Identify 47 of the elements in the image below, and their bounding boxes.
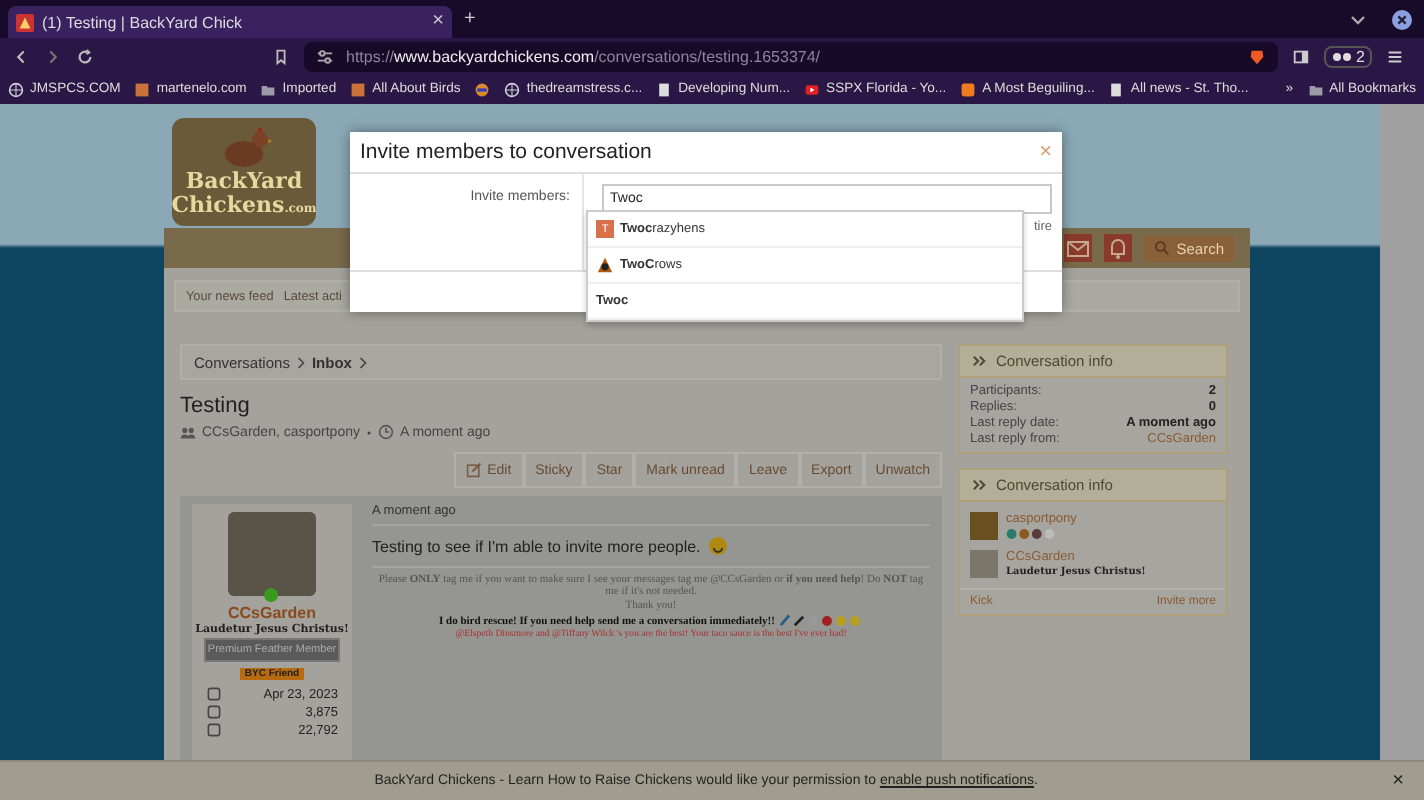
new-tab-button[interactable]: + [464, 9, 476, 29]
bell-icon[interactable] [1104, 234, 1133, 262]
tab-title: (1) Testing | BackYard Chick [42, 13, 245, 31]
avatar-placeholder [970, 512, 998, 540]
double-chevron-icon [972, 478, 986, 492]
profile-button[interactable]: 2 [1324, 45, 1373, 67]
site-settings-icon[interactable] [316, 47, 334, 65]
page-icon [656, 81, 673, 97]
bird-photo-placeholder [228, 512, 316, 596]
back-icon[interactable] [12, 47, 30, 65]
image-icon [134, 81, 151, 97]
bookmark[interactable] [474, 81, 491, 97]
address-bar[interactable]: https://www.backyardchickens.com/conversations/testing.1653374/ [304, 41, 1278, 71]
separator-dot [365, 429, 372, 435]
bookmark-icon[interactable] [272, 47, 290, 65]
people-icon [180, 424, 196, 440]
logo-text: BackYard [185, 170, 303, 195]
message-text: Testing to see if I'm able to invite more people. [372, 537, 701, 555]
folder-icon [260, 81, 277, 97]
close-tab-button[interactable]: × [432, 12, 444, 32]
circle-icon [474, 81, 491, 97]
sidebar-icon[interactable] [1292, 47, 1310, 65]
image-icon [350, 81, 367, 97]
url-text: https://www.backyardchickens.com/conversations/testing.1653374/ [346, 47, 821, 65]
avatar-placeholder [970, 550, 998, 578]
edit-icon [465, 462, 482, 478]
globe-icon [8, 81, 24, 97]
browser-tab[interactable]: (1) Testing | BackYard Chick × [8, 6, 452, 38]
chevron-icon [295, 355, 306, 369]
search-icon [1154, 240, 1171, 256]
reload-icon[interactable] [76, 47, 94, 65]
smiley-icon [708, 536, 729, 556]
folder-icon [1307, 81, 1324, 97]
conversation-title: Testing [180, 394, 252, 418]
close-button[interactable]: × [1392, 770, 1404, 792]
envelope-icon[interactable] [1064, 234, 1093, 262]
menu-icon[interactable] [1386, 47, 1405, 65]
page-icon [1108, 81, 1125, 97]
double-chevron-icon [972, 354, 986, 368]
blog-icon [960, 81, 977, 97]
clock-icon [377, 424, 394, 440]
globe-icon [504, 81, 521, 97]
forward-icon[interactable] [44, 47, 62, 65]
video-icon [804, 81, 821, 97]
chevron-icon [357, 355, 368, 369]
dialog-title: Invite members to conversation [360, 140, 654, 164]
close-window-icon[interactable] [1392, 9, 1412, 29]
